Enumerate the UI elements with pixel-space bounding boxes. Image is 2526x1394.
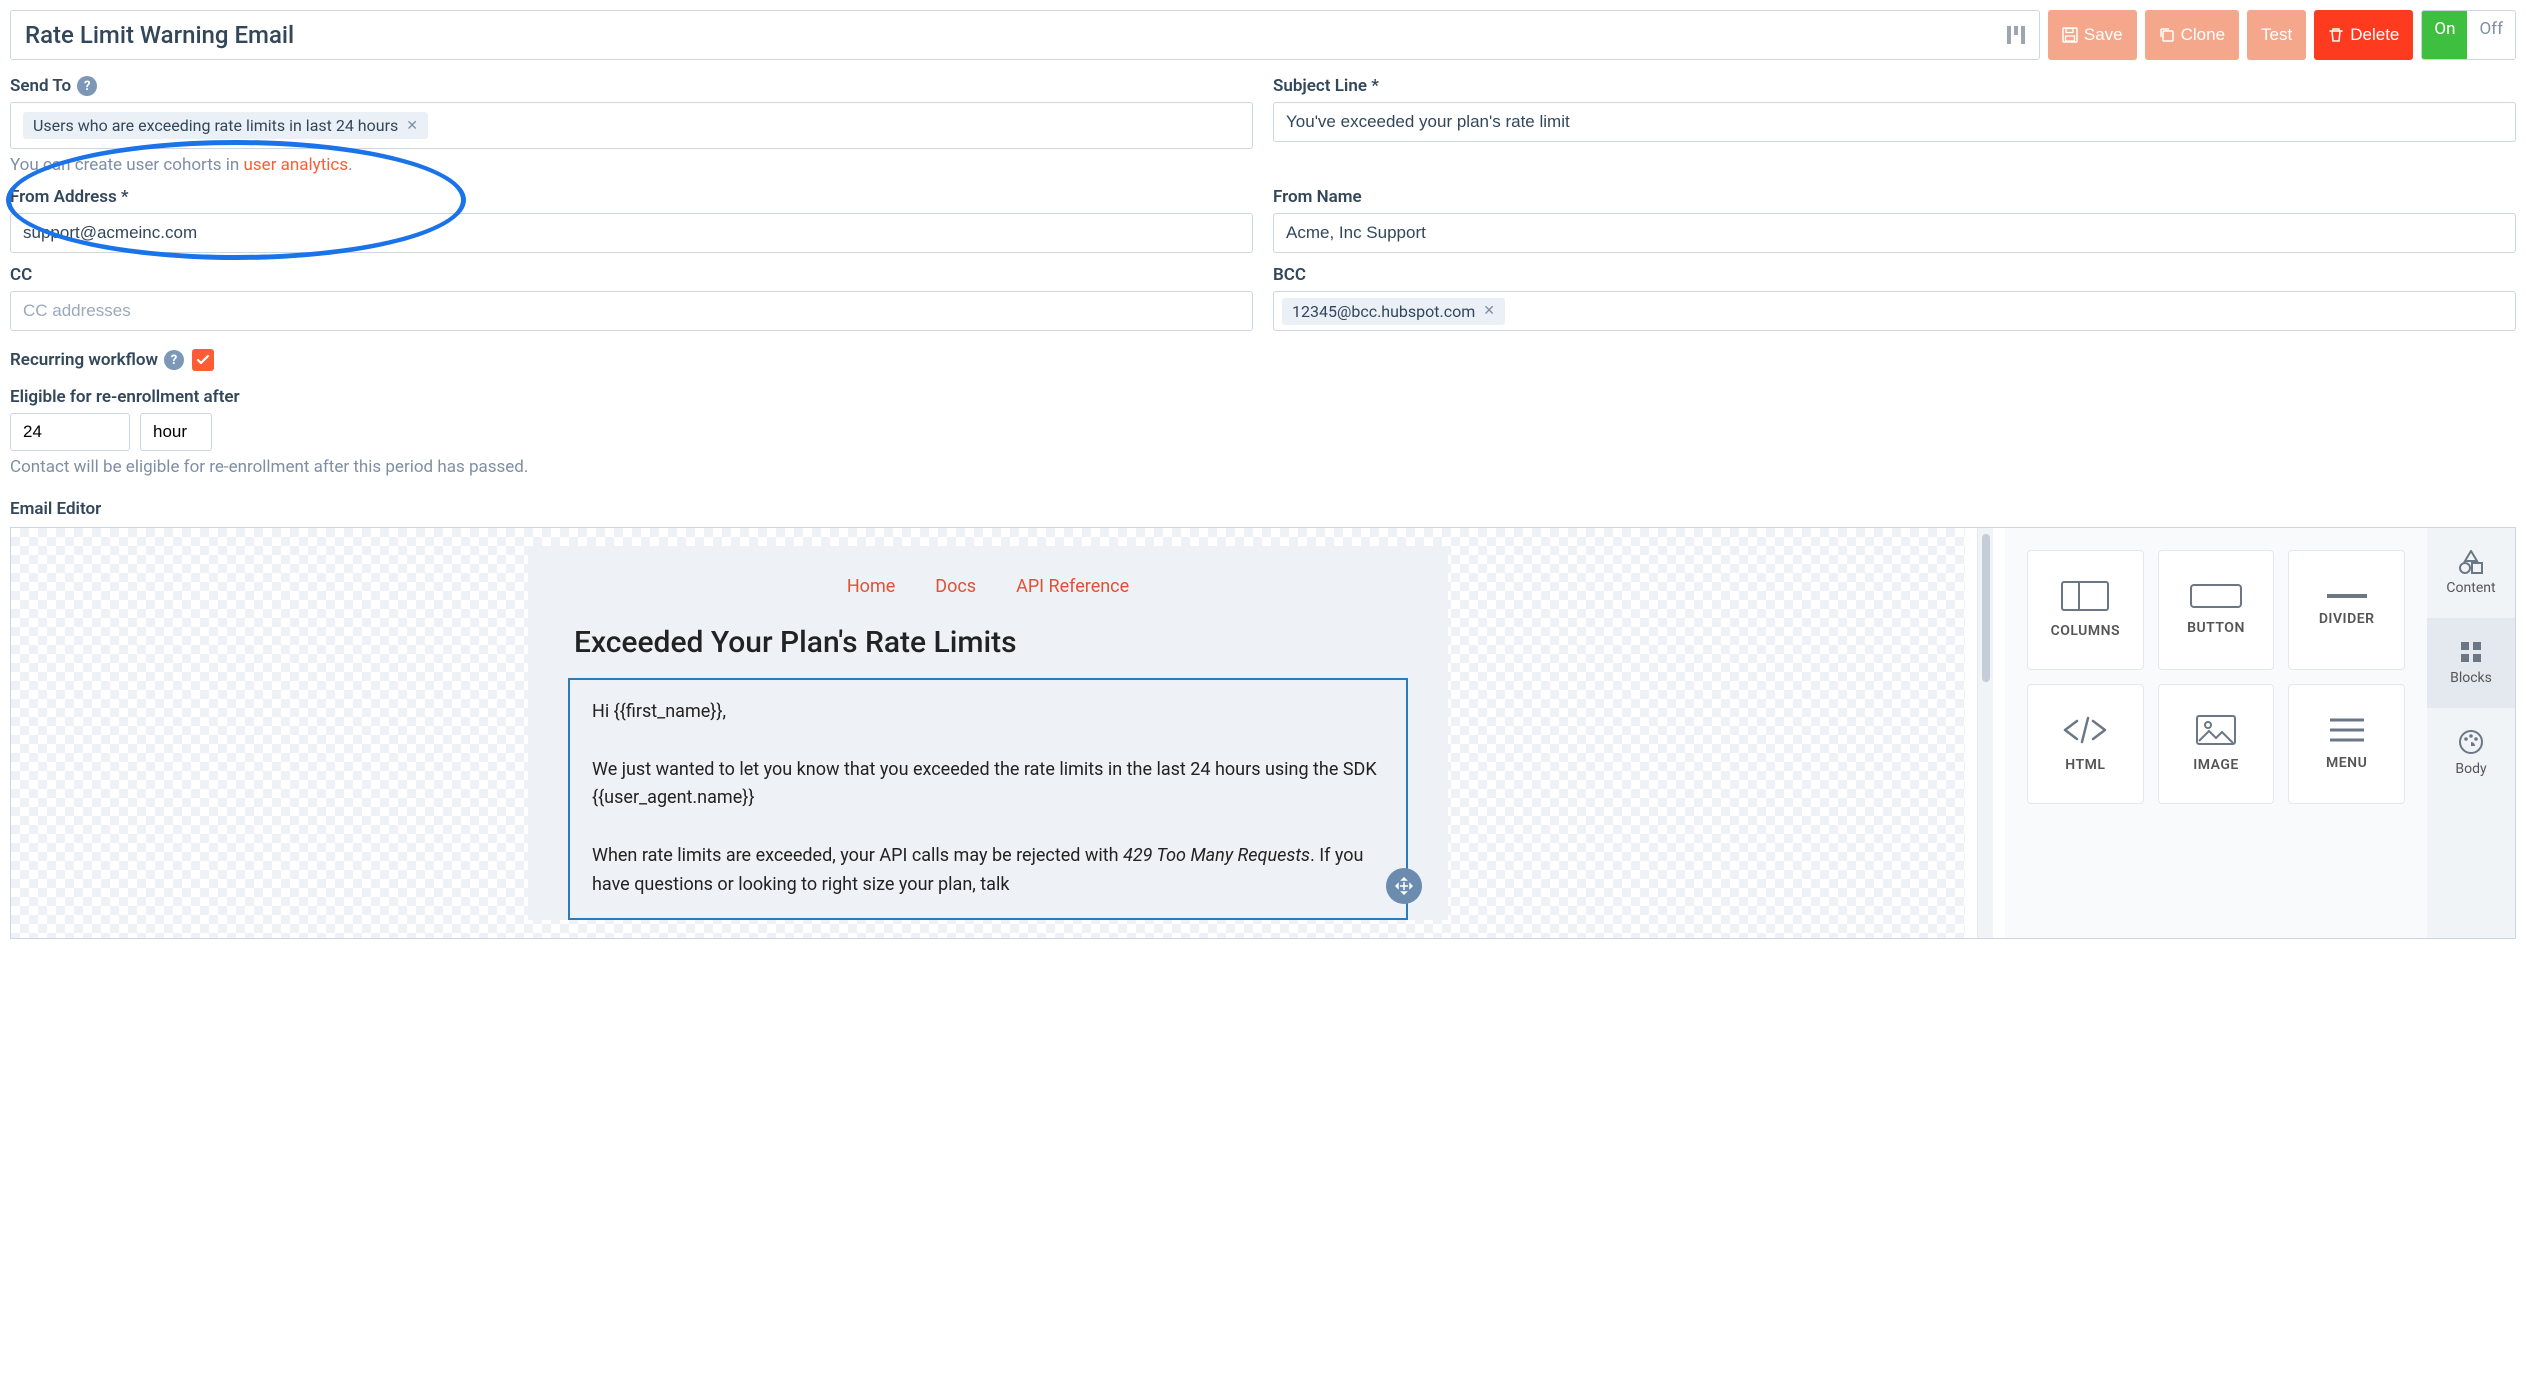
tile-html[interactable]: HTML — [2027, 684, 2144, 804]
cc-label: CC — [10, 265, 1253, 285]
email-nav: Home Docs API Reference — [548, 576, 1428, 597]
nav-link-docs[interactable]: Docs — [935, 576, 976, 597]
test-button[interactable]: Test — [2247, 10, 2306, 60]
email-canvas[interactable]: Home Docs API Reference Exceeded Your Pl… — [11, 528, 1965, 938]
workflow-title-input[interactable]: Rate Limit Warning Email — [10, 10, 2040, 60]
tile-image[interactable]: IMAGE — [2158, 684, 2275, 804]
remove-bcc-chip-icon[interactable]: ✕ — [1483, 303, 1495, 319]
delete-button[interactable]: Delete — [2314, 10, 2413, 60]
tile-divider[interactable]: DIVIDER — [2288, 550, 2405, 670]
side-tab-body[interactable]: Body — [2427, 708, 2515, 798]
from-name-label: From Name — [1273, 187, 2516, 207]
from-address-text[interactable] — [23, 223, 1240, 243]
side-tab-blocks[interactable]: Blocks — [2427, 618, 2515, 708]
help-icon[interactable]: ? — [164, 350, 184, 370]
send-to-field: Send To ? Users who are exceeding rate l… — [10, 76, 1253, 175]
email-greeting: Hi {{first_name}}, — [592, 698, 1384, 727]
toggle-off[interactable]: Off — [2467, 11, 2515, 59]
bcc-input[interactable]: 12345@bcc.hubspot.com ✕ — [1273, 291, 2516, 331]
send-to-hint: You can create user cohorts in user anal… — [10, 155, 1253, 175]
reenroll-unit-input[interactable] — [140, 413, 212, 451]
from-name-input[interactable] — [1273, 213, 2516, 253]
from-address-field: From Address * — [10, 187, 1253, 253]
remove-chip-icon[interactable]: ✕ — [406, 118, 418, 134]
on-off-toggle[interactable]: On Off — [2421, 10, 2516, 60]
recurring-checkbox[interactable] — [192, 349, 214, 371]
nav-link-api[interactable]: API Reference — [1016, 576, 1129, 597]
subject-field: Subject Line * — [1273, 76, 2516, 175]
recurring-label: Recurring workflow — [10, 350, 158, 370]
toggle-on[interactable]: On — [2422, 11, 2467, 59]
email-heading[interactable]: Exceeded Your Plan's Rate Limits — [574, 625, 1428, 660]
canvas-scrollbar[interactable] — [1977, 528, 1993, 938]
tile-menu[interactable]: MENU — [2288, 684, 2405, 804]
from-name-text[interactable] — [1286, 223, 2503, 243]
from-address-label: From Address * — [10, 187, 1253, 207]
email-editor-label: Email Editor — [10, 499, 2516, 519]
user-analytics-link[interactable]: user analytics — [244, 155, 349, 175]
save-button[interactable]: Save — [2048, 10, 2137, 60]
bcc-chip: 12345@bcc.hubspot.com ✕ — [1282, 298, 1505, 325]
send-to-label: Send To — [10, 76, 71, 96]
move-block-handle[interactable] — [1386, 868, 1422, 904]
side-tab-content[interactable]: Content — [2427, 528, 2515, 618]
tile-columns[interactable]: COLUMNS — [2027, 550, 2144, 670]
cc-text[interactable] — [23, 301, 1240, 321]
email-body-block[interactable]: Hi {{first_name}}, We just wanted to let… — [568, 678, 1408, 920]
cohort-chip: Users who are exceeding rate limits in l… — [23, 112, 428, 139]
tile-button[interactable]: BUTTON — [2158, 550, 2275, 670]
send-to-input[interactable]: Users who are exceeding rate limits in l… — [10, 102, 1253, 149]
subject-input[interactable] — [1273, 102, 2516, 142]
cc-input[interactable] — [10, 291, 1253, 331]
subject-text[interactable] — [1286, 112, 2503, 132]
email-paragraph-2: When rate limits are exceeded, your API … — [592, 842, 1384, 900]
subject-label: Subject Line * — [1273, 76, 2516, 96]
template-variable-icon[interactable] — [2007, 24, 2025, 46]
reenroll-label: Eligible for re-enrollment after — [10, 387, 2516, 407]
workflow-title-text: Rate Limit Warning Email — [25, 21, 294, 49]
reenroll-field: Eligible for re-enrollment after Contact… — [10, 387, 2516, 477]
clone-button[interactable]: Clone — [2145, 10, 2239, 60]
nav-link-home[interactable]: Home — [847, 576, 895, 597]
reenroll-value-input[interactable] — [10, 413, 130, 451]
scrollbar-thumb[interactable] — [1982, 534, 1990, 682]
bcc-field: BCC 12345@bcc.hubspot.com ✕ — [1273, 265, 2516, 331]
recurring-field: Recurring workflow ? — [10, 349, 2516, 371]
email-paragraph-1: We just wanted to let you know that you … — [592, 756, 1384, 814]
from-address-input[interactable] — [10, 213, 1253, 253]
help-icon[interactable]: ? — [77, 76, 97, 96]
bcc-label: BCC — [1273, 265, 2516, 285]
reenroll-hint: Contact will be eligible for re-enrollme… — [10, 457, 2516, 477]
from-name-field: From Name — [1273, 187, 2516, 253]
editor-right-panel: COLUMNS BUTTON DIVIDER HTML IMAGE — [2005, 528, 2515, 938]
cc-field: CC — [10, 265, 1253, 331]
